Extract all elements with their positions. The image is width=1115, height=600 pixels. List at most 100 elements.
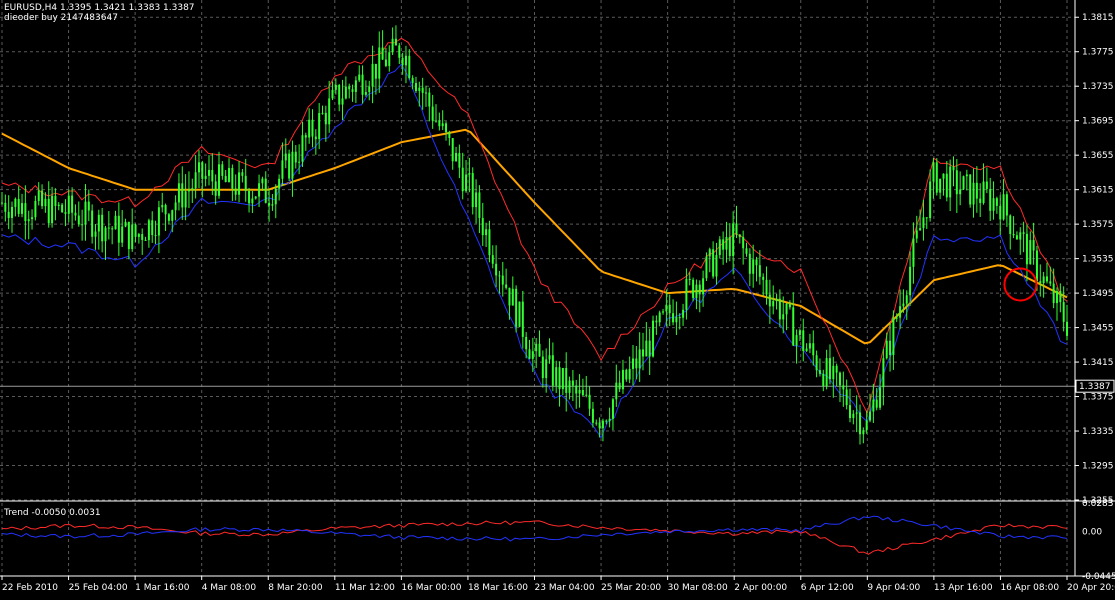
candle-body (468, 173, 471, 175)
time-tick-label: 2 Apr 00:00 (734, 583, 787, 593)
candle-body (1002, 194, 1005, 220)
candle-body (348, 86, 351, 90)
candle-body (728, 236, 731, 257)
candle-body (955, 170, 958, 195)
candle-body (702, 278, 705, 295)
candle-body (394, 38, 397, 46)
candle-body (455, 152, 458, 162)
candle-body (81, 224, 84, 226)
candle-body (605, 420, 608, 422)
candle-body (207, 169, 210, 176)
candle-body (171, 210, 174, 221)
candle-body (34, 200, 37, 218)
candle-body (351, 89, 354, 92)
candle-body (364, 92, 367, 95)
candle-body (508, 287, 511, 306)
candle-body (7, 211, 10, 218)
candle-body (438, 120, 441, 127)
candle-body (324, 112, 327, 125)
candle-body (635, 358, 638, 369)
marker-circle (1003, 267, 1038, 302)
candle-body (1066, 321, 1068, 336)
candle-body (1, 202, 3, 204)
candle-body (1062, 302, 1065, 322)
candle-body (872, 399, 875, 412)
candle-body (775, 298, 778, 302)
time-tick-label: 16 Mar 00:00 (401, 583, 461, 593)
candle-body (535, 343, 538, 352)
chart-canvas[interactable]: 1.3815 1.3775 1.3735 1.3695 1.3655 1.3615 1.35… (0, 0, 1115, 596)
candle-body (845, 389, 848, 406)
candle-body (772, 301, 775, 307)
candle-body (792, 307, 795, 346)
candle-body (74, 212, 77, 216)
candle-body (665, 304, 668, 312)
candle-body (378, 47, 381, 79)
candle-body (745, 248, 748, 254)
candle-body (909, 266, 912, 296)
candle-body (471, 173, 474, 208)
candle-body (174, 202, 177, 211)
candle-body (104, 227, 107, 242)
price-tick-label: 1.3295 (1082, 462, 1114, 472)
candle-body (488, 229, 491, 256)
candle-body (21, 203, 24, 214)
time-tick-label: 20 Apr 20:00 (1067, 583, 1115, 593)
candle-body (758, 265, 761, 277)
candle-body (177, 183, 180, 203)
candle-body (224, 175, 227, 182)
candle-body (608, 418, 611, 422)
candle-body (37, 190, 40, 201)
candle-body (354, 80, 357, 92)
candle-body (294, 151, 297, 163)
candle-body (972, 182, 975, 205)
candle-body (421, 87, 424, 93)
candle-body (1055, 291, 1058, 304)
candle-body (808, 343, 811, 349)
symbol-info: EURUSD,H4 1.3395 1.3421 1.3383 1.3387 (4, 3, 195, 13)
time-tick-label: 25 Mar 20:00 (601, 583, 661, 593)
candle-body (675, 317, 678, 323)
candle-body (284, 153, 287, 161)
candle-body (161, 204, 164, 208)
candle-body (381, 47, 384, 60)
candle-body (271, 204, 274, 206)
candle-body (742, 237, 745, 249)
candle-body (124, 221, 127, 227)
candle-body (798, 330, 801, 336)
candle-body (505, 284, 508, 288)
candle-body (755, 259, 758, 266)
candle-body (521, 301, 524, 337)
candle-body (187, 189, 190, 192)
candle-body (304, 135, 307, 138)
candle-body (859, 412, 862, 435)
candle-body (501, 275, 504, 285)
candle-body (638, 349, 641, 369)
candle-body (461, 167, 464, 192)
highlight-circle (1003, 267, 1038, 302)
candle-body (137, 234, 140, 237)
candle-body (818, 370, 821, 374)
candle-body (147, 220, 150, 241)
candle-body (969, 174, 972, 205)
candle-body (748, 253, 751, 274)
candle-body (4, 202, 7, 212)
candle-body (17, 198, 20, 214)
time-tick-label: 1 Mar 16:00 (135, 583, 190, 593)
candle-body (725, 236, 728, 250)
candle-body (388, 52, 391, 66)
candle-body (578, 389, 581, 394)
candle-body (404, 55, 407, 66)
candle-body (875, 399, 878, 408)
candle-body (581, 389, 584, 396)
candle-body (945, 173, 948, 198)
candle-body (568, 380, 571, 393)
candle-body (879, 387, 882, 408)
candle-body (805, 348, 808, 352)
candle-body (197, 162, 200, 173)
candle-body (374, 63, 377, 79)
chart-window[interactable]: 1.3815 1.3775 1.3735 1.3695 1.3655 1.3615 1.35… (0, 0, 1115, 596)
candle-body (712, 249, 715, 277)
candle-body (1045, 276, 1048, 282)
current-price-label: 1.3387 (1079, 382, 1111, 392)
